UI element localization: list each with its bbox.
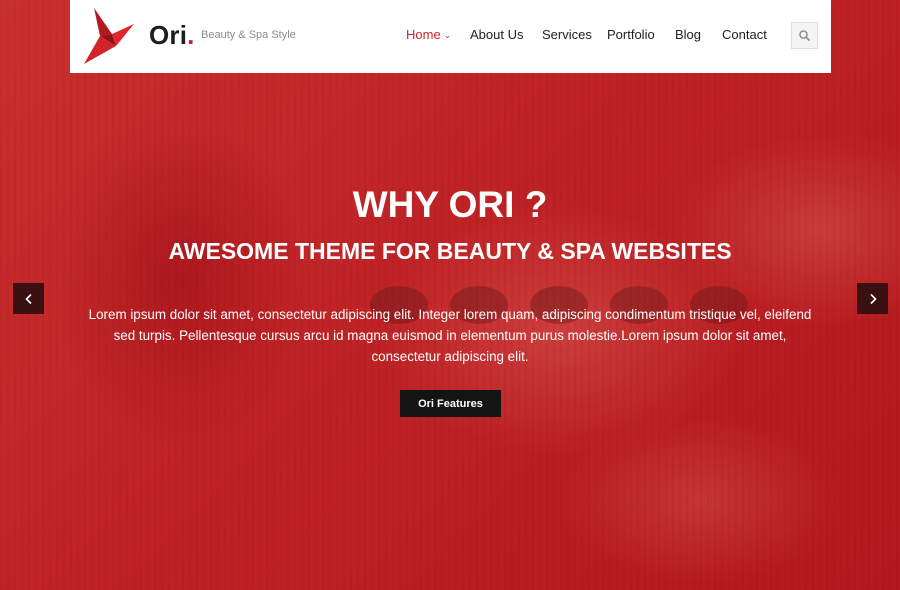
hero-description-line: consectetur adipiscing elit. (371, 349, 529, 364)
hero-description: Lorem ipsum dolor sit amet, consectetur … (88, 304, 812, 367)
hero-background (0, 0, 900, 590)
site-header: Ori. Beauty & Spa Style Home ⌄ About Us S… (70, 0, 831, 73)
nav-item-contact[interactable]: Contact (722, 27, 767, 42)
nav-item-blog[interactable]: Blog (675, 27, 701, 42)
hero-subtitle: AWESOME THEME FOR BEAUTY & SPA WEBSITES (168, 238, 732, 264)
chevron-down-icon: ⌄ (443, 30, 452, 40)
slider-next-button[interactable] (857, 283, 888, 314)
brand-tagline: Beauty & Spa Style (201, 29, 296, 41)
hero-description-line: sed turpis. Pellentesque cursus arcu id … (113, 328, 787, 343)
hero-description-line: Lorem ipsum dolor sit amet, consectetur … (88, 307, 812, 322)
slider-prev-button[interactable] (13, 283, 44, 314)
hero-title: WHY ORI ? (352, 184, 548, 225)
chevron-left-icon (24, 293, 32, 304)
nav-item-home[interactable]: Home ⌄ (406, 27, 451, 42)
search-icon (799, 30, 810, 41)
bird-logo-icon[interactable] (82, 6, 136, 66)
nav-item-portfolio[interactable]: Portfolio (607, 27, 655, 42)
brand-name[interactable]: Ori. (149, 20, 195, 51)
search-button[interactable] (791, 22, 818, 49)
nav-item-services[interactable]: Services (542, 27, 592, 42)
chevron-right-icon (869, 293, 877, 304)
nav-item-about-us[interactable]: About Us (470, 27, 523, 42)
ori-features-button[interactable]: Ori Features (400, 390, 501, 417)
